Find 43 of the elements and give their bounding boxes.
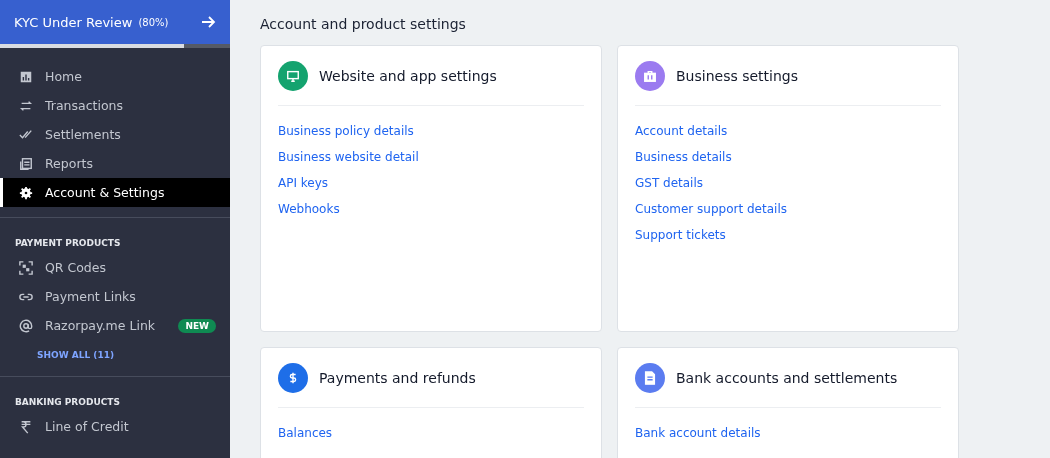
sidebar-item[interactable]: Reports — [0, 149, 230, 178]
sidebar-item[interactable]: Payment Links — [0, 282, 230, 311]
settings-link[interactable]: Balances — [278, 425, 584, 442]
section-heading: BANKING PRODUCTS — [14, 397, 121, 409]
sidebar-item[interactable]: QR Codes — [0, 253, 230, 282]
section-heading: PAYMENT PRODUCTS — [14, 238, 122, 250]
arrow-right-icon[interactable] — [200, 14, 216, 30]
rupee-icon — [19, 419, 33, 434]
sidebar-item[interactable]: Line of Credit — [0, 412, 230, 441]
settings-link[interactable]: Webhooks — [278, 201, 584, 218]
chart-icon — [19, 69, 33, 84]
report-icon — [19, 156, 33, 171]
monitor-icon — [286, 68, 300, 83]
settings-link[interactable]: API keys — [278, 175, 584, 192]
sidebar-item[interactable]: Home — [0, 62, 230, 91]
show-all-link[interactable]: SHOW ALL (11) — [0, 340, 230, 366]
qr-code-icon — [19, 260, 33, 275]
settings-link[interactable]: Customer support details — [635, 201, 941, 218]
card-title: Website and app settings — [319, 67, 497, 84]
settings-link[interactable]: Support tickets — [635, 227, 941, 244]
sidebar-item[interactable]: Razorpay.me Link NEW — [0, 311, 230, 340]
settings-link[interactable]: Account details — [635, 123, 941, 140]
settings-link[interactable]: GST details — [635, 175, 941, 192]
new-badge: NEW — [178, 318, 216, 333]
sidebar-item[interactable]: Account & Settings — [0, 178, 230, 207]
settings-link[interactable]: Bank account details — [635, 425, 941, 442]
page-title: Account and product settings — [260, 16, 467, 32]
kyc-title: KYC Under Review — [14, 14, 133, 30]
double-check-icon — [19, 127, 33, 142]
settings-link[interactable]: Business website detail — [278, 149, 584, 166]
document-icon — [643, 370, 657, 385]
card-title: Bank accounts and settlements — [676, 369, 898, 386]
settings-link[interactable]: Business policy details — [278, 123, 584, 140]
at-sign-icon — [19, 318, 33, 333]
kyc-percent: (80%) — [138, 16, 170, 28]
sidebar-item[interactable]: Settlements — [0, 120, 230, 149]
kyc-banner[interactable]: KYC Under Review (80%) — [0, 0, 230, 44]
card-title: Payments and refunds — [319, 369, 476, 386]
settings-icon — [19, 185, 33, 200]
settings-link[interactable]: Business details — [635, 149, 941, 166]
card-title: Business settings — [676, 67, 798, 84]
sidebar-item[interactable]: Transactions — [0, 91, 230, 120]
briefcase-icon — [643, 68, 657, 83]
